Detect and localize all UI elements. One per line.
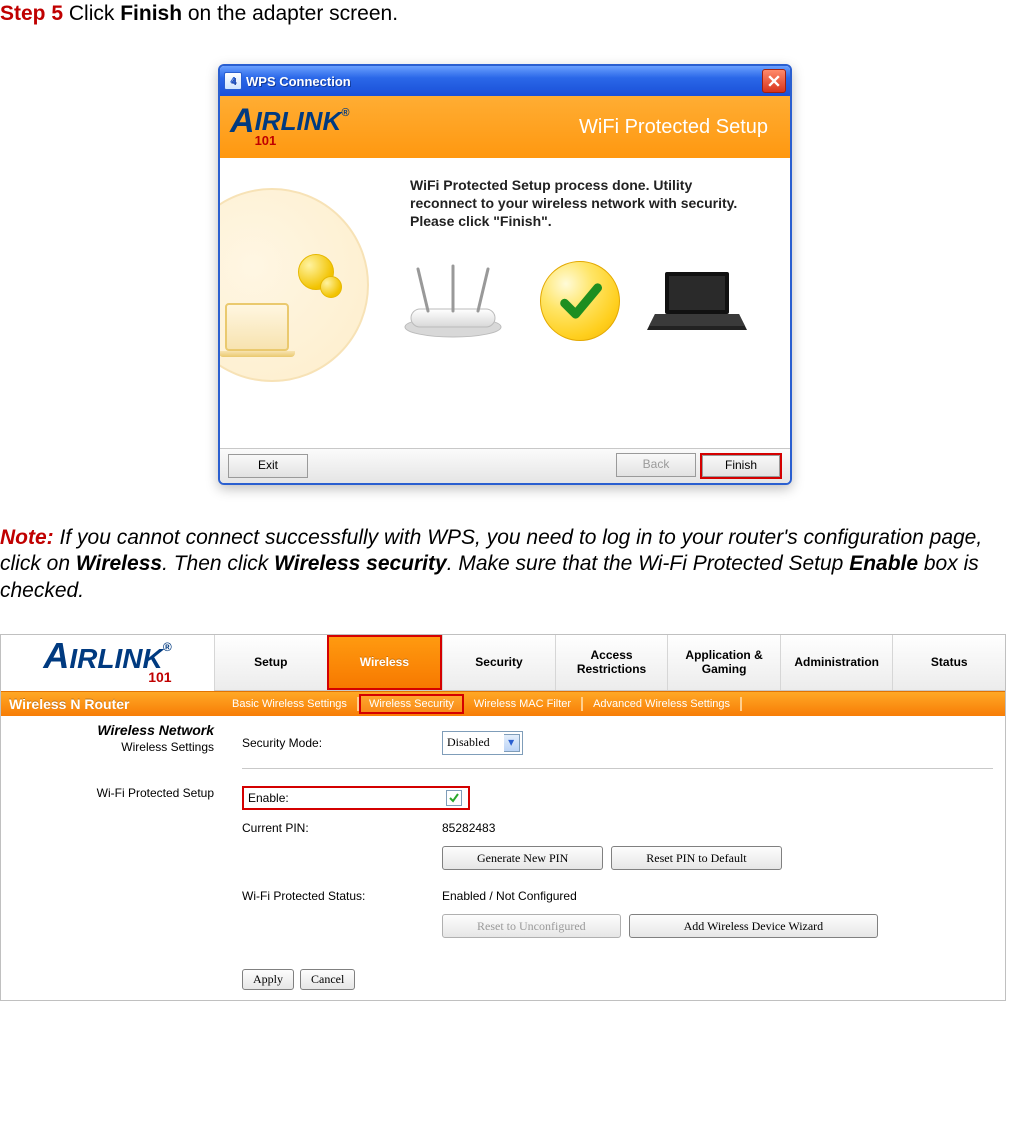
step-label: Step 5 bbox=[0, 2, 63, 25]
step-text1: Click bbox=[63, 2, 120, 25]
enable-checkbox[interactable] bbox=[446, 790, 462, 806]
app-icon: 4 bbox=[224, 72, 242, 90]
step-text2: on the adapter screen. bbox=[182, 2, 398, 25]
tab-setup[interactable]: Setup bbox=[214, 635, 327, 690]
apply-button[interactable]: Apply bbox=[242, 969, 294, 990]
chevron-down-icon: ▾ bbox=[504, 734, 520, 752]
model-name: Wireless N Router bbox=[1, 696, 222, 712]
wps-dialog: 4 WPS Connection A IRLINK® 101 WiFi Prot… bbox=[218, 64, 792, 485]
subnav-advanced[interactable]: Advanced Wireless Settings bbox=[583, 697, 742, 711]
note-block: Note: If you cannot connect successfully… bbox=[0, 525, 1010, 604]
tab-wireless[interactable]: Wireless bbox=[327, 635, 443, 690]
close-button[interactable] bbox=[762, 69, 786, 93]
note-wireless: Wireless bbox=[76, 552, 162, 575]
tab-administration[interactable]: Administration bbox=[780, 635, 893, 690]
subnav-mac-filter[interactable]: Wireless MAC Filter bbox=[464, 697, 583, 711]
wps-message: WiFi Protected Setup process done. Utili… bbox=[410, 176, 750, 231]
check-icon bbox=[448, 792, 460, 804]
tab-status[interactable]: Status bbox=[892, 635, 1005, 690]
wps-header: A IRLINK® 101 WiFi Protected Setup bbox=[220, 96, 790, 158]
router-brand-reg: ® bbox=[163, 640, 172, 654]
tab-security[interactable]: Security bbox=[442, 635, 555, 690]
laptop-art-icon bbox=[225, 303, 289, 351]
wps-footer: Exit Back Finish bbox=[220, 448, 790, 483]
generate-pin-button[interactable]: Generate New PIN bbox=[442, 846, 603, 870]
success-checkmark bbox=[540, 261, 620, 341]
aside-section-title: Wireless Network bbox=[1, 722, 214, 738]
device-row bbox=[380, 261, 770, 351]
exit-button[interactable]: Exit bbox=[228, 454, 308, 478]
security-mode-value: Disabled bbox=[445, 735, 498, 750]
brand-reg: ® bbox=[341, 107, 349, 119]
brand-logo: A IRLINK® 101 bbox=[230, 108, 349, 147]
aside-wireless-settings: Wireless Settings bbox=[1, 740, 214, 754]
step-bold-finish: Finish bbox=[120, 2, 182, 25]
pin-label: Current PIN: bbox=[242, 821, 442, 835]
router-icon bbox=[393, 261, 513, 341]
enable-label: Enable: bbox=[246, 791, 289, 805]
tab-application-gaming[interactable]: Application & Gaming bbox=[667, 635, 780, 690]
reset-unconfigured-button: Reset to Unconfigured bbox=[442, 914, 621, 938]
wps-body: WiFi Protected Setup process done. Utili… bbox=[220, 158, 790, 448]
back-button: Back bbox=[616, 453, 696, 477]
window-title: WPS Connection bbox=[246, 74, 351, 89]
finish-button[interactable]: Finish bbox=[700, 453, 782, 479]
laptop-icon bbox=[647, 266, 747, 336]
status-label: Wi-Fi Protected Status: bbox=[242, 889, 442, 903]
security-mode-select[interactable]: Disabled ▾ bbox=[442, 731, 523, 755]
wps-header-text: WiFi Protected Setup bbox=[579, 116, 768, 139]
aside-wps: Wi-Fi Protected Setup bbox=[1, 786, 214, 800]
router-logo: AIRLINK® 101 bbox=[1, 635, 214, 691]
note-wireless-security: Wireless security bbox=[274, 552, 447, 575]
decorative-art bbox=[220, 158, 380, 448]
titlebar[interactable]: 4 WPS Connection bbox=[220, 66, 790, 96]
tab-access-restrictions[interactable]: Access Restrictions bbox=[555, 635, 668, 690]
doc-step-line: Step 5 Click Finish on the adapter scree… bbox=[0, 0, 1010, 26]
titlebar-left: 4 WPS Connection bbox=[224, 72, 351, 90]
cancel-button[interactable]: Cancel bbox=[300, 969, 355, 990]
form: Security Mode: Disabled ▾ Enable: C bbox=[224, 716, 1005, 1000]
reset-pin-button[interactable]: Reset PIN to Default bbox=[611, 846, 781, 870]
add-device-button[interactable]: Add Wireless Device Wizard bbox=[629, 914, 879, 938]
brand-main: IRLINK bbox=[255, 106, 342, 136]
status-value: Enabled / Not Configured bbox=[442, 889, 993, 903]
note-text3: . Make sure that the Wi-Fi Protected Set… bbox=[447, 552, 850, 575]
subnav-basic-wireless[interactable]: Basic Wireless Settings bbox=[222, 697, 359, 711]
subnav-wireless-security[interactable]: Wireless Security bbox=[359, 694, 464, 714]
enable-highlight-box: Enable: bbox=[242, 786, 470, 810]
security-mode-label: Security Mode: bbox=[242, 736, 442, 750]
sub-nav: Basic Wireless Settings Wireless Securit… bbox=[222, 694, 1005, 714]
router-config-screenshot: AIRLINK® 101 Setup Wireless Security Acc… bbox=[0, 634, 1006, 1001]
pin-value: 85282483 bbox=[442, 821, 993, 835]
aside: Wireless Network Wireless Settings Wi-Fi… bbox=[1, 716, 224, 1000]
main-tabs: Setup Wireless Security Access Restricti… bbox=[214, 635, 1005, 691]
brand-sub: 101 bbox=[255, 134, 350, 147]
close-icon bbox=[768, 75, 780, 87]
note-enable: Enable bbox=[849, 552, 918, 575]
note-text2: . Then click bbox=[162, 552, 274, 575]
note-label: Note: bbox=[0, 526, 54, 549]
